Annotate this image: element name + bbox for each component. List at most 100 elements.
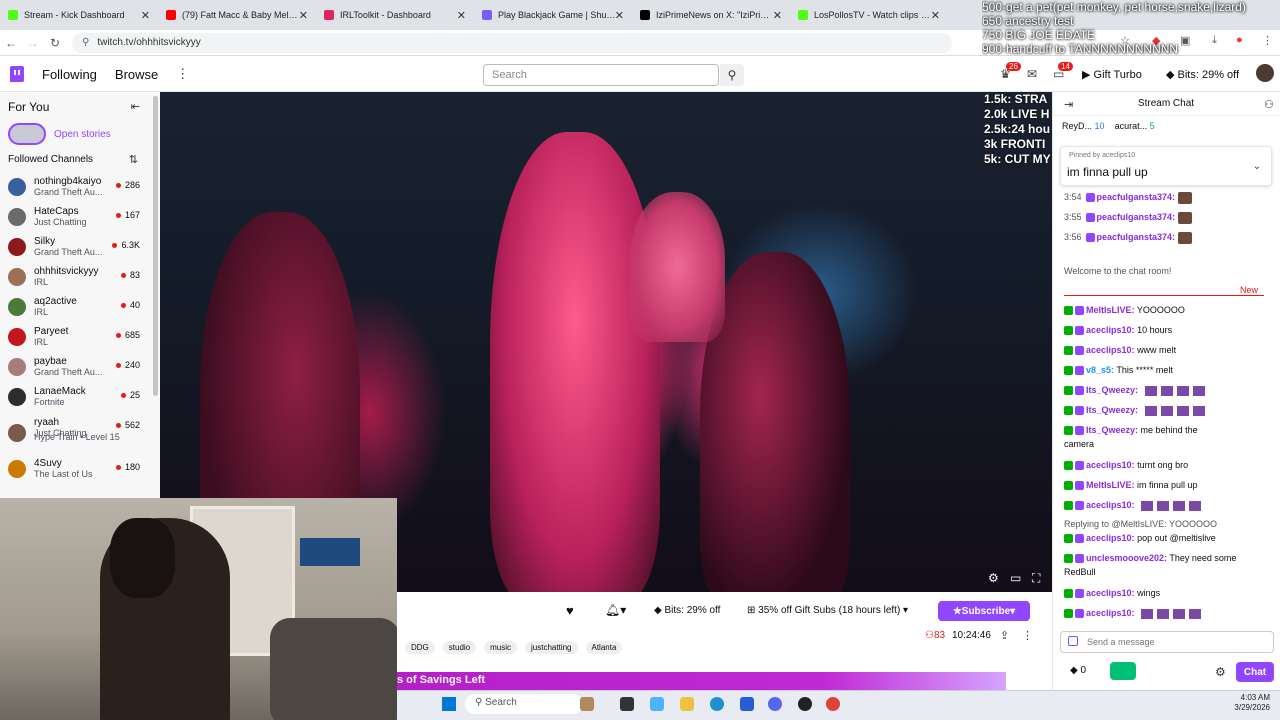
notifications-icon[interactable]: ✉ bbox=[1027, 67, 1037, 81]
theatre-mode-icon[interactable]: ▭ bbox=[1010, 571, 1021, 585]
browser-tab[interactable]: LosPollosTV - Watch clips on K ✕ bbox=[790, 1, 948, 29]
sidebar-channel[interactable]: 4Suvy The Last of Us 180 bbox=[0, 454, 160, 484]
follow-heart-icon[interactable]: ♥ bbox=[566, 603, 574, 618]
chat-username[interactable]: peacfulgansta374: bbox=[1097, 232, 1176, 242]
close-icon[interactable]: ✕ bbox=[931, 9, 940, 22]
tag[interactable]: DDG bbox=[405, 641, 435, 654]
browser-tab[interactable]: IziPrimeNews on X: "IziPrime re ✕ bbox=[632, 1, 790, 29]
site-info-icon[interactable]: ⚲ bbox=[82, 37, 89, 48]
file-explorer-icon[interactable] bbox=[680, 697, 694, 711]
search-input[interactable]: Search bbox=[483, 64, 719, 86]
chat-username[interactable]: aceclips10: bbox=[1086, 345, 1135, 355]
chat-message[interactable]: unclesmooove202: They need some bbox=[1064, 552, 1270, 564]
discord-icon[interactable] bbox=[768, 697, 782, 711]
chat-message[interactable]: Its_Qweezy: me behind the bbox=[1064, 424, 1270, 436]
sidebar-channel[interactable]: Paryeet IRL 685 bbox=[0, 322, 160, 352]
tag[interactable]: music bbox=[484, 641, 518, 654]
close-icon[interactable]: ✕ bbox=[615, 9, 624, 22]
chat-message[interactable]: v8_s5: This ***** melt bbox=[1064, 364, 1270, 376]
search-icon[interactable]: ⚲ bbox=[720, 64, 744, 86]
taskbar-search[interactable]: ⚲ Search bbox=[465, 694, 583, 714]
chat-message[interactable]: MeltIsLIVE: im finna pull up bbox=[1064, 479, 1270, 491]
chat-username[interactable]: MeltIsLIVE: bbox=[1086, 305, 1135, 315]
collapse-icon[interactable]: ⇤ bbox=[131, 100, 140, 113]
sidebar-scrollbar[interactable] bbox=[153, 96, 158, 396]
settings-icon[interactable]: ⚙ bbox=[988, 571, 999, 585]
collapse-chat-icon[interactable]: ⇥ bbox=[1064, 98, 1073, 111]
chat-message[interactable]: 3:56 peacfulgansta374: bbox=[1064, 231, 1270, 244]
chat-message[interactable]: aceclips10: turnt ong bro bbox=[1064, 459, 1270, 471]
gift-turbo-button[interactable]: ▶ Gift Turbo bbox=[1082, 68, 1142, 81]
url-field[interactable]: ⚲ twitch.tv/ohhhitsvickyyy bbox=[72, 32, 952, 53]
sidebar-channel[interactable]: paybae Grand Theft Au... 240 bbox=[0, 352, 160, 382]
chat-message[interactable]: 3:55 peacfulgansta374: bbox=[1064, 211, 1270, 224]
forward-icon[interactable]: → bbox=[22, 36, 44, 50]
sidebar-channel[interactable]: nothingb4kaiyo Grand Theft Au... 286 bbox=[0, 172, 160, 202]
close-icon[interactable]: ✕ bbox=[299, 9, 308, 22]
browser-tab[interactable]: Stream - Kick Dashboard ✕ bbox=[0, 1, 158, 29]
widget-icon[interactable] bbox=[580, 697, 594, 711]
share-icon[interactable]: ⇪ bbox=[1000, 629, 1009, 642]
chat-message[interactable]: Replying to @MeltIsLIVE: YOOOOOO bbox=[1064, 518, 1270, 530]
chat-username[interactable]: aceclips10: bbox=[1086, 608, 1135, 618]
get-bits-button[interactable]: ◆ Bits: 29% off bbox=[1166, 68, 1239, 81]
chat-message[interactable]: aceclips10: bbox=[1064, 499, 1270, 511]
browser-tab[interactable]: IRLToolkit - Dashboard ✕ bbox=[316, 1, 474, 29]
fullscreen-icon[interactable]: ⛶ bbox=[1032, 571, 1040, 586]
chat-message[interactable]: aceclips10: bbox=[1064, 607, 1270, 619]
chat-username[interactable]: peacfulgansta374: bbox=[1097, 212, 1176, 222]
bits-button[interactable]: ◆ Bits: 29% off bbox=[654, 605, 720, 616]
reload-icon[interactable]: ↻ bbox=[44, 36, 66, 50]
chat-username[interactable]: unclesmooove202: bbox=[1086, 553, 1167, 563]
chat-message[interactable]: aceclips10: wings bbox=[1064, 587, 1270, 599]
windows-start-icon[interactable] bbox=[442, 697, 456, 711]
chat-message[interactable]: camera bbox=[1064, 438, 1270, 450]
sidebar-channel[interactable]: HateCaps Just Chatting 167 bbox=[0, 202, 160, 232]
chat-send-button[interactable]: Chat bbox=[1236, 662, 1274, 682]
sidebar-channel[interactable]: Silky Grand Theft Au... 6.3K bbox=[0, 232, 160, 262]
chat-username[interactable]: aceclips10: bbox=[1086, 325, 1135, 335]
gift-subs-button[interactable]: ⊞ 35% off Gift Subs (18 hours left) ▾ bbox=[747, 605, 908, 616]
chat-username[interactable]: Its_Qweezy: bbox=[1086, 385, 1138, 395]
chat-message[interactable]: Its_Qweezy: bbox=[1064, 404, 1270, 416]
chat-message[interactable]: RedBull bbox=[1064, 566, 1270, 578]
chat-input[interactable]: Send a message bbox=[1060, 631, 1274, 653]
task-view-icon[interactable] bbox=[620, 697, 634, 711]
chat-username[interactable]: aceclips10: bbox=[1086, 533, 1135, 543]
store-icon[interactable] bbox=[740, 697, 754, 711]
pinned-message[interactable]: Pinned by aceclips10 im finna pull up ⌄ bbox=[1060, 146, 1272, 186]
chat-message[interactable]: 3:54 peacfulgansta374: bbox=[1064, 191, 1270, 204]
chat-message[interactable]: MeltIsLIVE: YOOOOOO bbox=[1064, 304, 1270, 316]
sidebar-channel[interactable]: ryaah Just Chatting 562 Hype Train • Level … bbox=[0, 412, 160, 454]
bits-cheer-icon[interactable] bbox=[1068, 636, 1078, 646]
sidebar-channel[interactable]: aq2active IRL 40 bbox=[0, 292, 160, 322]
close-icon[interactable]: ✕ bbox=[457, 9, 466, 22]
chat-message[interactable]: aceclips10: 10 hours bbox=[1064, 324, 1270, 336]
chevron-down-icon[interactable]: ⌄ bbox=[1253, 161, 1261, 172]
close-icon[interactable]: ✕ bbox=[141, 9, 150, 22]
chrome-icon[interactable] bbox=[826, 697, 840, 711]
chat-username[interactable]: aceclips10: bbox=[1086, 588, 1135, 598]
subscribe-button[interactable]: ★ Subscribe ▾ bbox=[938, 601, 1030, 621]
chat-username[interactable]: Its_Qweezy: bbox=[1086, 425, 1138, 435]
tag[interactable]: studio bbox=[442, 641, 477, 654]
chat-username[interactable]: aceclips10: bbox=[1086, 500, 1135, 510]
sort-icon[interactable]: ⇅ bbox=[129, 153, 138, 166]
chat-username[interactable]: MeltIsLIVE: bbox=[1086, 480, 1135, 490]
chat-settings-icon[interactable]: ⚙ bbox=[1215, 665, 1226, 679]
taskbar-clock[interactable]: 4:03 AM 3/29/2026 bbox=[1228, 693, 1270, 713]
more-icon[interactable]: ⋮ bbox=[176, 66, 189, 82]
chat-username[interactable]: peacfulgansta374: bbox=[1097, 192, 1176, 202]
channel-points-button[interactable] bbox=[1110, 662, 1136, 680]
sidebar-channel[interactable]: ohhhitsvickyyy IRL 83 bbox=[0, 262, 160, 292]
copilot-icon[interactable] bbox=[650, 697, 664, 711]
chat-message[interactable]: aceclips10: pop out @meltislive bbox=[1064, 532, 1270, 544]
nav-following[interactable]: Following bbox=[42, 67, 97, 82]
more-icon[interactable]: ⋮ bbox=[1022, 629, 1033, 642]
sidebar-channel[interactable]: LanaeMack Fortnite 25 bbox=[0, 382, 160, 412]
notification-bell-icon[interactable]: 🔔︎▾ bbox=[605, 603, 626, 617]
chat-bits[interactable]: ◆ 0 bbox=[1070, 665, 1086, 676]
stories-row[interactable]: Open stories bbox=[0, 122, 160, 146]
user-avatar[interactable] bbox=[1256, 64, 1274, 82]
browser-tab[interactable]: Play Blackjack Game | Shuffle.u ✕ bbox=[474, 1, 632, 29]
